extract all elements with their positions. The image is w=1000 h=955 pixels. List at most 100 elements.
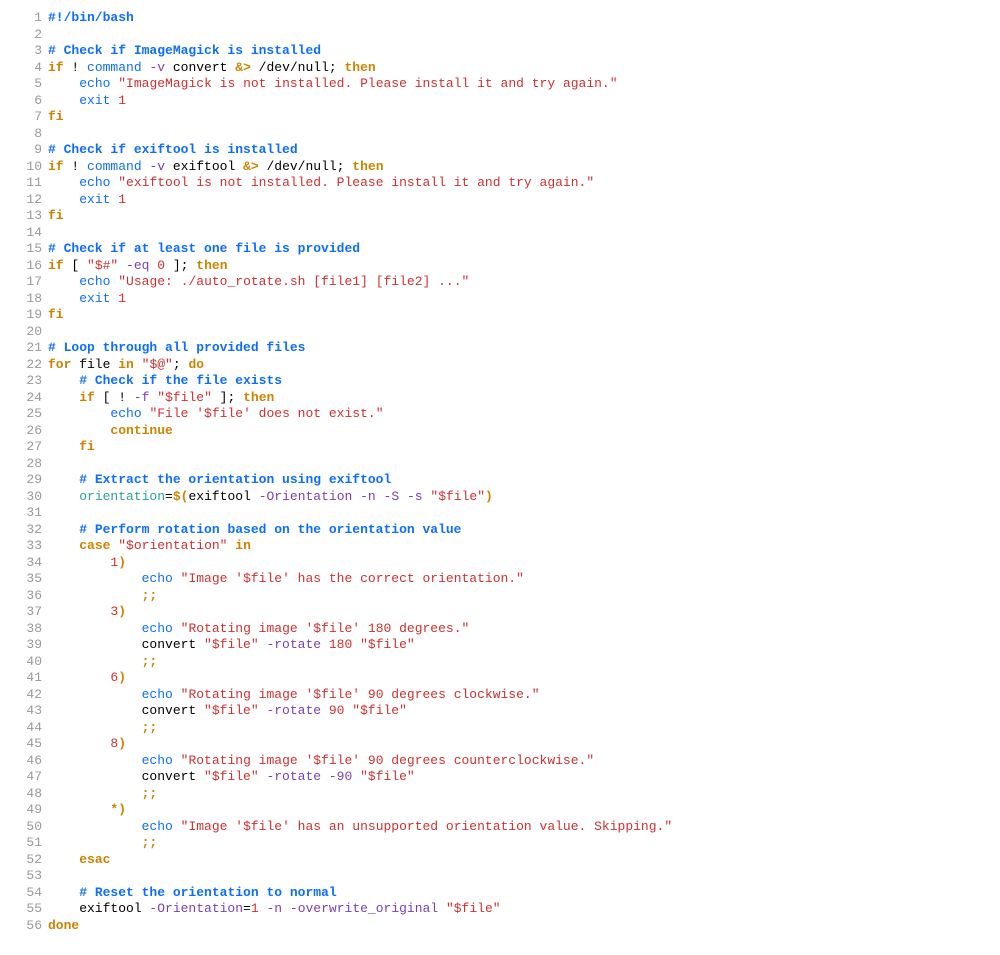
code-content: case "$orientation" in	[48, 538, 980, 555]
code-line: 6 exit 1	[20, 93, 980, 110]
token-keyword: &>	[235, 60, 251, 75]
line-number: 26	[20, 423, 42, 440]
line-number: 6	[20, 93, 42, 110]
line-number: 10	[20, 159, 42, 176]
code-content: # Check if the file exists	[48, 373, 980, 390]
line-number: 7	[20, 109, 42, 126]
token-keyword: esac	[79, 852, 110, 867]
token-default	[173, 753, 181, 768]
line-number: 25	[20, 406, 42, 423]
code-line: 28	[20, 456, 980, 473]
token-keyword: case	[79, 538, 110, 553]
line-number: 42	[20, 687, 42, 704]
token-default: convert	[48, 637, 204, 652]
code-content: if [ ! -f "$file" ]; then	[48, 390, 980, 407]
code-content: esac	[48, 852, 980, 869]
token-default: [	[64, 258, 87, 273]
line-number: 5	[20, 76, 42, 93]
code-content: exiftool -Orientation=1 -n -overwrite_or…	[48, 901, 980, 918]
token-string: "$file"	[204, 769, 259, 784]
token-builtin: echo	[142, 753, 173, 768]
token-number: 1	[118, 93, 126, 108]
code-content: ;;	[48, 654, 980, 671]
line-number: 48	[20, 786, 42, 803]
code-line: 45 8)	[20, 736, 980, 753]
token-default	[48, 373, 79, 388]
code-line: 9# Check if exiftool is installed	[20, 142, 980, 159]
code-content	[48, 505, 980, 522]
code-line: 3# Check if ImageMagick is installed	[20, 43, 980, 60]
code-line: 15# Check if at least one file is provid…	[20, 241, 980, 258]
line-number: 45	[20, 736, 42, 753]
token-keyword: done	[48, 918, 79, 933]
code-content: if ! command -v convert &> /dev/null; th…	[48, 60, 980, 77]
token-number: 1	[118, 291, 126, 306]
code-content	[48, 456, 980, 473]
token-default: file	[71, 357, 118, 372]
code-line: 4if ! command -v convert &> /dev/null; t…	[20, 60, 980, 77]
line-number: 31	[20, 505, 42, 522]
code-line: 11 echo "exiftool is not installed. Plea…	[20, 175, 980, 192]
code-line: 53	[20, 868, 980, 885]
token-default	[376, 489, 384, 504]
token-string: "$file"	[157, 390, 212, 405]
token-string: "ImageMagick is not installed. Please in…	[118, 76, 617, 91]
line-number: 34	[20, 555, 42, 572]
token-default: =	[243, 901, 251, 916]
code-content: # Check if at least one file is provided	[48, 241, 980, 258]
token-default	[48, 588, 142, 603]
token-default	[48, 555, 110, 570]
line-number: 19	[20, 307, 42, 324]
line-number: 1	[20, 10, 42, 27]
code-content: echo "Image '$file' has the correct orie…	[48, 571, 980, 588]
line-number: 27	[20, 439, 42, 456]
line-number: 11	[20, 175, 42, 192]
token-purple: -n	[360, 489, 376, 504]
token-default: !	[64, 159, 87, 174]
line-number: 23	[20, 373, 42, 390]
code-line: 42 echo "Rotating image '$file' 90 degre…	[20, 687, 980, 704]
line-number: 13	[20, 208, 42, 225]
token-builtin: exit	[79, 192, 110, 207]
token-default	[48, 819, 142, 834]
code-block: 1#!/bin/bash2 3# Check if ImageMagick is…	[20, 10, 980, 934]
token-purple: -Orientation	[149, 901, 243, 916]
token-comment: #!/bin/bash	[48, 10, 134, 25]
token-default	[48, 390, 79, 405]
code-line: 20	[20, 324, 980, 341]
token-default	[48, 802, 110, 817]
code-content: echo "Image '$file' has an unsupported o…	[48, 819, 980, 836]
code-line: 50 echo "Image '$file' has an unsupporte…	[20, 819, 980, 836]
token-default: ];	[212, 390, 243, 405]
token-builtin: echo	[79, 76, 110, 91]
code-content: 8)	[48, 736, 980, 753]
code-content	[48, 324, 980, 341]
token-keyword: in	[235, 538, 251, 553]
token-keyword: )	[118, 555, 126, 570]
token-default: ;	[173, 357, 189, 372]
token-comment: # Loop through all provided files	[48, 340, 305, 355]
token-string: "$#"	[87, 258, 118, 273]
token-string: "$file"	[204, 703, 259, 718]
line-number: 12	[20, 192, 42, 209]
token-purple: -eq	[126, 258, 149, 273]
code-line: 49 *)	[20, 802, 980, 819]
code-content: orientation=$(exiftool -Orientation -n -…	[48, 489, 980, 506]
token-default	[48, 571, 142, 586]
code-content: echo "Rotating image '$file' 90 degrees …	[48, 753, 980, 770]
token-builtin: echo	[110, 406, 141, 421]
code-content: fi	[48, 439, 980, 456]
token-default	[48, 406, 110, 421]
token-default: exiftool	[165, 159, 243, 174]
line-number: 44	[20, 720, 42, 737]
token-keyword: ;;	[142, 588, 158, 603]
token-default	[173, 621, 181, 636]
line-number: 38	[20, 621, 42, 638]
token-string: "$@"	[142, 357, 173, 372]
line-number: 55	[20, 901, 42, 918]
token-default	[48, 753, 142, 768]
token-default: [ !	[95, 390, 134, 405]
token-default	[48, 175, 79, 190]
token-default	[48, 736, 110, 751]
code-content: 1)	[48, 555, 980, 572]
